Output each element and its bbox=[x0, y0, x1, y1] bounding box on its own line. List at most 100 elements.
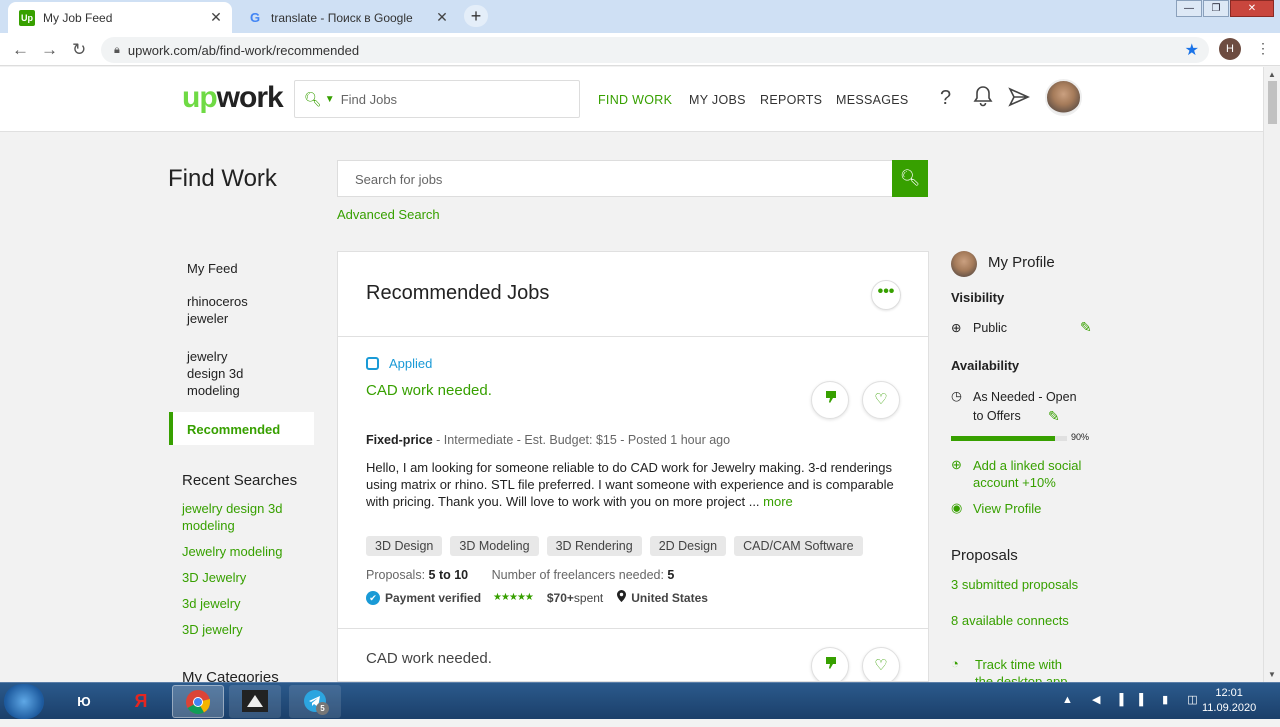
track-time-link-line2[interactable]: the desktop app bbox=[975, 673, 1068, 682]
forward-icon[interactable]: → bbox=[41, 40, 58, 60]
spent-label: spent bbox=[573, 590, 604, 605]
availability-line2: to Offers bbox=[973, 409, 1021, 423]
new-tab-button[interactable]: + bbox=[464, 5, 488, 27]
submitted-proposals-link[interactable]: 3 submitted proposals bbox=[951, 576, 1078, 593]
bookmark-star-icon[interactable]: ★ bbox=[1185, 40, 1199, 60]
recent-search-item[interactable]: Jewelry modeling bbox=[182, 543, 282, 560]
visibility-value: Public bbox=[973, 321, 1008, 335]
skill-tag[interactable]: 3D Design bbox=[366, 536, 443, 556]
page-scrollbar[interactable]: ▲ ▼ bbox=[1263, 67, 1280, 682]
search-button[interactable]: 🔍︎ bbox=[892, 160, 928, 197]
upwork-logo[interactable]: upwork bbox=[182, 81, 284, 115]
send-icon[interactable] bbox=[1008, 87, 1030, 113]
more-options-button[interactable]: ••• bbox=[871, 280, 901, 310]
skill-tag[interactable]: 2D Design bbox=[649, 536, 727, 556]
taskbar-clock[interactable]: 12:01 11.09.2020 bbox=[1202, 686, 1256, 716]
recent-search-item[interactable]: 3D jewelry bbox=[182, 621, 243, 638]
scroll-down-icon[interactable]: ▼ bbox=[1268, 670, 1276, 679]
profile-avatar[interactable] bbox=[951, 251, 977, 277]
left-nav-rhinoceros-jeweler[interactable]: rhinoceros jeweler bbox=[187, 293, 267, 327]
google-favicon-icon: G bbox=[249, 10, 261, 25]
profile-completeness-label: 90% bbox=[1071, 432, 1090, 442]
job-search-input[interactable]: Search for jobs bbox=[337, 160, 893, 197]
left-nav-my-feed[interactable]: My Feed bbox=[187, 260, 238, 277]
view-profile-link[interactable]: View Profile bbox=[973, 500, 1041, 517]
user-avatar[interactable] bbox=[1045, 79, 1082, 116]
help-icon[interactable]: ? bbox=[940, 87, 951, 110]
nav-my-jobs[interactable]: MY JOBS bbox=[689, 93, 746, 107]
recent-search-item[interactable]: jewelry design 3d modeling bbox=[182, 500, 312, 534]
browser-menu-icon[interactable]: ⋮ bbox=[1256, 40, 1270, 57]
tab-google-translate[interactable]: G translate - Поиск в Google ✕ bbox=[236, 2, 458, 33]
availability-line1: As Needed - Open bbox=[973, 390, 1077, 404]
edit-visibility-pencil-icon[interactable]: ✎ bbox=[1080, 319, 1092, 336]
scroll-up-icon[interactable]: ▲ bbox=[1268, 70, 1276, 79]
advanced-search-link[interactable]: Advanced Search bbox=[337, 207, 440, 222]
globe-icon: ⊕ bbox=[951, 321, 962, 335]
thumbs-down-icon bbox=[823, 391, 837, 408]
job-title-link[interactable]: CAD work needed. bbox=[366, 382, 492, 399]
bell-icon[interactable] bbox=[973, 85, 993, 113]
nav-reports[interactable]: REPORTS bbox=[760, 93, 822, 107]
client-info: ✔ Payment verified ★★★★★ $70+ spent Unit… bbox=[366, 590, 708, 605]
job-meta: Fixed-price - Intermediate - Est. Budget… bbox=[366, 433, 730, 447]
rating-stars: ★★★★★ bbox=[493, 592, 534, 603]
recent-search-item[interactable]: 3D Jewelry bbox=[182, 569, 246, 586]
yandex-browser-icon[interactable]: Ю bbox=[58, 685, 110, 718]
ellipsis: ... bbox=[745, 494, 764, 509]
start-button[interactable] bbox=[4, 684, 44, 719]
client-location: United States bbox=[631, 590, 708, 605]
system-tray[interactable]: ▲ ◀︎ ▌▐ ▮ ◫ bbox=[1062, 693, 1206, 706]
payment-verified: Payment verified bbox=[385, 590, 482, 605]
applied-icon bbox=[366, 357, 379, 370]
window-close-button[interactable]: ✕ bbox=[1230, 0, 1274, 17]
upwork-favicon-icon: Up bbox=[19, 9, 35, 26]
save-job-button[interactable]: ♡ bbox=[862, 647, 900, 681]
tab-title: translate - Поиск в Google bbox=[271, 10, 413, 25]
job-proposals-info: Proposals: 5 to 10 Number of freelancers… bbox=[366, 568, 674, 582]
clock-date: 11.09.2020 bbox=[1202, 702, 1257, 714]
chrome-taskbar-icon[interactable] bbox=[172, 685, 224, 718]
more-link[interactable]: more bbox=[763, 494, 793, 509]
applied-label: Applied bbox=[389, 356, 433, 371]
inkscape-icon[interactable] bbox=[229, 685, 281, 718]
nav-messages[interactable]: MESSAGES bbox=[836, 93, 909, 107]
job-title-link[interactable]: CAD work needed. bbox=[366, 650, 492, 667]
dislike-button[interactable] bbox=[811, 647, 849, 681]
reload-icon[interactable]: ↻ bbox=[72, 40, 86, 60]
add-social-link-line2[interactable]: account +10% bbox=[973, 474, 1056, 491]
yandex-icon[interactable]: Я bbox=[115, 685, 167, 718]
close-tab-icon[interactable]: ✕ bbox=[208, 9, 224, 26]
address-bar-row: ← → ↻ 🔒︎ upwork.com/ab/find-work/recomme… bbox=[0, 33, 1280, 66]
skills-list: 3D Design 3D Modeling 3D Rendering 2D De… bbox=[366, 536, 871, 556]
back-icon[interactable]: ← bbox=[12, 40, 29, 60]
tab-my-job-feed[interactable]: Up My Job Feed ✕ bbox=[8, 2, 232, 33]
save-job-button[interactable]: ♡ bbox=[862, 381, 900, 419]
skill-tag[interactable]: CAD/CAM Software bbox=[734, 536, 863, 556]
telegram-icon[interactable]: 5 bbox=[289, 685, 341, 718]
skill-tag[interactable]: 3D Modeling bbox=[450, 536, 539, 556]
skill-tag[interactable]: 3D Rendering bbox=[546, 536, 642, 556]
left-nav-recommended[interactable]: Recommended bbox=[169, 412, 314, 445]
minimize-button[interactable]: — bbox=[1176, 0, 1202, 17]
chevron-down-icon[interactable]: ▼ bbox=[325, 94, 335, 105]
freelancers-value: 5 bbox=[667, 568, 675, 582]
header-search-input[interactable]: 🔍︎ ▼ Find Jobs bbox=[294, 80, 580, 118]
url-bar[interactable]: 🔒︎ upwork.com/ab/find-work/recommended ★ bbox=[101, 37, 1209, 63]
close-tab-icon[interactable]: ✕ bbox=[434, 9, 450, 26]
nav-find-work[interactable]: FIND WORK bbox=[598, 93, 672, 107]
thumbs-down-icon bbox=[823, 657, 837, 674]
track-time-link[interactable]: Track time with bbox=[975, 656, 1062, 673]
browser-profile-avatar[interactable]: H bbox=[1219, 38, 1241, 60]
available-connects-link[interactable]: 8 available connects bbox=[951, 612, 1069, 629]
edit-availability-pencil-icon[interactable]: ✎ bbox=[1048, 408, 1060, 425]
maximize-button[interactable]: ❐ bbox=[1203, 0, 1229, 17]
header-search-placeholder: Find Jobs bbox=[340, 91, 398, 107]
scroll-thumb[interactable] bbox=[1268, 81, 1277, 124]
dislike-button[interactable] bbox=[811, 381, 849, 419]
recent-search-item[interactable]: 3d jewelry bbox=[182, 595, 241, 612]
left-nav-jewelry-design[interactable]: jewelry design 3d modeling bbox=[187, 348, 267, 399]
window-controls: — ❐ ✕ bbox=[1175, 0, 1274, 17]
card-title: Recommended Jobs bbox=[366, 282, 550, 304]
add-social-link[interactable]: Add a linked social bbox=[973, 457, 1081, 474]
